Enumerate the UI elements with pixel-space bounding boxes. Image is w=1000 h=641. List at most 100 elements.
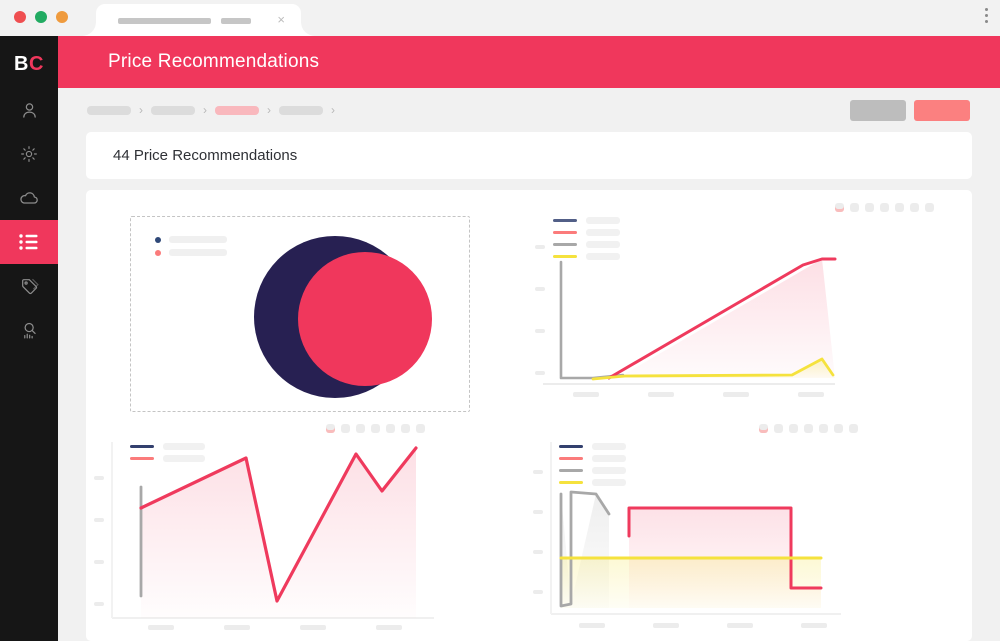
pagination-dot-2[interactable]	[774, 424, 783, 433]
minimize-window-button[interactable]	[56, 11, 68, 23]
cumulative-growth-plot[interactable]	[537, 202, 867, 407]
breadcrumb-item-2[interactable]	[151, 106, 195, 115]
y-axis-ticks	[533, 470, 543, 594]
x-label	[727, 623, 753, 628]
legend-swatch-salmon	[155, 250, 161, 256]
legend-item[interactable]	[155, 236, 227, 243]
gear-icon	[19, 144, 39, 164]
window-traffic-lights	[14, 11, 68, 23]
pagination-dot-6[interactable]	[834, 424, 843, 433]
cumulative-growth-chart	[529, 190, 972, 418]
pagination-dot-1[interactable]	[326, 424, 335, 433]
x-label	[300, 625, 326, 630]
y-tick	[533, 470, 543, 474]
y-tick	[94, 476, 104, 480]
app-header: Price Recommendations	[58, 36, 1000, 88]
x-label	[376, 625, 402, 630]
app-logo[interactable]: BC	[0, 36, 58, 88]
pie-circles-svg	[249, 222, 449, 412]
pagination-dot-4[interactable]	[371, 424, 380, 433]
pie-chart-plot	[249, 222, 449, 417]
x-label	[648, 392, 674, 397]
legend-swatch-navy	[155, 237, 161, 243]
browser-tab[interactable]: ×	[96, 4, 301, 36]
app-root: × BC	[0, 0, 1000, 641]
kebab-menu-icon[interactable]	[985, 8, 988, 23]
maximize-window-button[interactable]	[35, 11, 47, 23]
secondary-action-button[interactable]	[850, 100, 906, 121]
breadcrumb-bar: › › › ›	[58, 88, 1000, 132]
pagination-dot-3[interactable]	[356, 424, 365, 433]
x-label	[573, 392, 599, 397]
sidebar-item-insights[interactable]	[0, 308, 58, 352]
pagination-dot-7[interactable]	[925, 203, 934, 212]
y-axis-ticks	[94, 476, 104, 606]
pagination-dot-6[interactable]	[401, 424, 410, 433]
pagination-dot-2[interactable]	[341, 424, 350, 433]
pagination-dot-5[interactable]	[895, 203, 904, 212]
x-axis-labels	[148, 625, 402, 630]
chart-grid	[86, 190, 972, 641]
sidebar: BC	[0, 36, 58, 641]
y-tick	[533, 590, 543, 594]
header-actions	[850, 100, 970, 121]
step-price-plot[interactable]	[541, 436, 871, 631]
pie-chart-dropzone[interactable]	[130, 216, 470, 412]
y-tick	[533, 510, 543, 514]
breadcrumb-item-1[interactable]	[87, 106, 131, 115]
breadcrumb: › › › ›	[58, 104, 335, 116]
primary-action-button[interactable]	[914, 100, 970, 121]
x-label	[224, 625, 250, 630]
pagination-dot-3[interactable]	[789, 424, 798, 433]
series-2-area	[141, 448, 416, 618]
series-3-line	[561, 262, 623, 378]
pagination-dot-7[interactable]	[416, 424, 425, 433]
tab-title-placeholder	[118, 18, 251, 24]
chevron-right-icon: ›	[139, 104, 143, 116]
pagination-dot-5[interactable]	[386, 424, 395, 433]
y-tick	[535, 329, 545, 333]
pie-slice-series-b[interactable]	[298, 252, 432, 386]
page-title: Price Recommendations	[58, 51, 319, 73]
content-area: 44 Price Recommendations	[58, 132, 1000, 641]
x-label	[798, 392, 824, 397]
breadcrumb-item-3[interactable]	[215, 106, 259, 115]
y-tick	[533, 550, 543, 554]
sidebar-item-recommendations[interactable]	[0, 220, 58, 264]
sidebar-item-cloud[interactable]	[0, 176, 58, 220]
search-analytics-icon	[19, 320, 40, 341]
y-tick	[94, 602, 104, 606]
chart-pagination	[326, 424, 425, 433]
x-label	[579, 623, 605, 628]
pagination-dot-6[interactable]	[910, 203, 919, 212]
chevron-right-icon: ›	[203, 104, 207, 116]
close-window-button[interactable]	[14, 11, 26, 23]
pagination-dot-4[interactable]	[880, 203, 889, 212]
pagination-dot-5[interactable]	[819, 424, 828, 433]
legend-label-placeholder	[169, 236, 227, 243]
sidebar-item-account[interactable]	[0, 88, 58, 132]
x-label	[653, 623, 679, 628]
x-axis-labels	[579, 623, 827, 628]
pagination-dot-1[interactable]	[759, 424, 768, 433]
breadcrumb-item-4[interactable]	[279, 106, 323, 115]
tab-subtitle-bar	[221, 18, 251, 24]
list-icon	[19, 234, 39, 250]
logo-letter-b: B	[14, 53, 29, 76]
browser-chrome: ×	[0, 0, 1000, 36]
pagination-dot-7[interactable]	[849, 424, 858, 433]
y-axis-ticks	[535, 245, 545, 375]
logo-letter-c: C	[29, 53, 44, 76]
pie-chart-legend	[155, 236, 227, 262]
volatility-plot[interactable]	[104, 436, 444, 631]
y-tick	[535, 371, 545, 375]
y-tick	[94, 518, 104, 522]
close-icon[interactable]: ×	[277, 13, 285, 27]
series-2-area	[561, 259, 835, 378]
pagination-dot-4[interactable]	[804, 424, 813, 433]
tag-icon	[19, 276, 40, 297]
sidebar-item-pricing-tags[interactable]	[0, 264, 58, 308]
sidebar-item-settings[interactable]	[0, 132, 58, 176]
legend-item[interactable]	[155, 249, 227, 256]
volatility-chart	[86, 418, 529, 641]
